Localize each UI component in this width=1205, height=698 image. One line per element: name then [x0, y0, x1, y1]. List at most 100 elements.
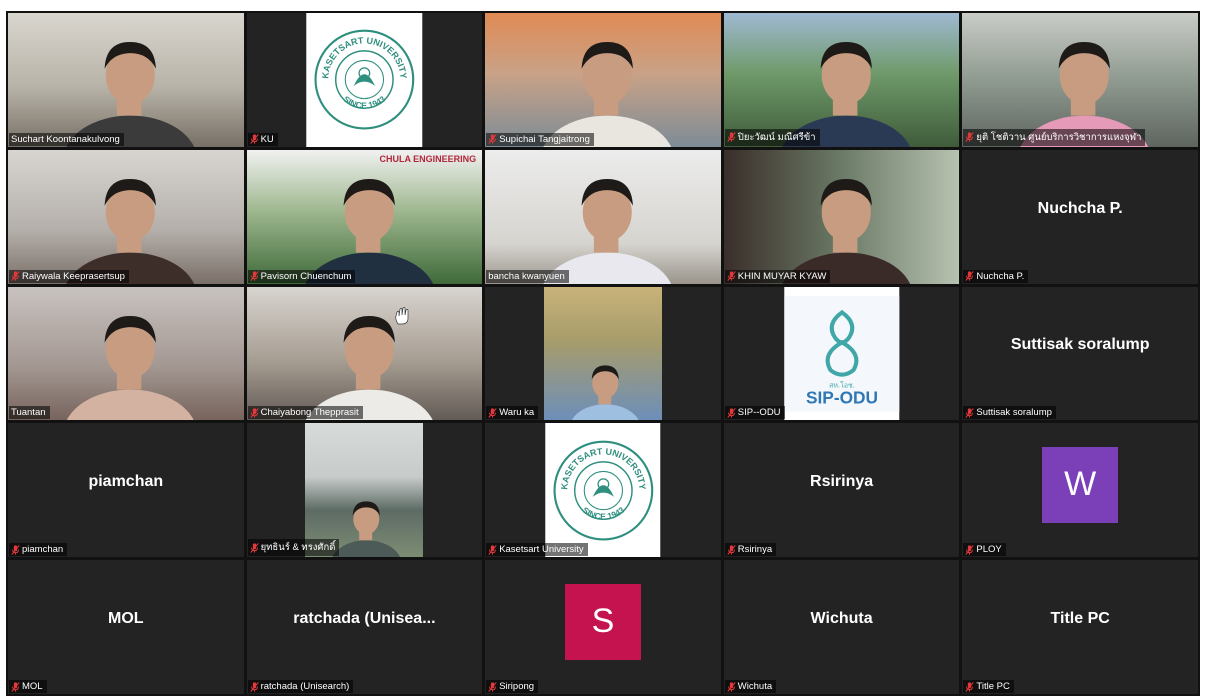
participant-name-label: Tuantan: [11, 407, 46, 419]
participant-name-tag: Waru ka: [486, 406, 539, 420]
participant-display-name: Suttisak soralump: [1010, 336, 1150, 354]
participant-name-label: SIP--ODU: [737, 407, 781, 419]
participant-video: [485, 13, 721, 147]
participant-name-label: ratchada (Unisearch): [260, 681, 350, 692]
participant-name-tag: Supichai Tangjaitrong: [486, 132, 594, 146]
participant-tile[interactable]: Waru ka: [485, 286, 721, 421]
participant-video: [485, 149, 721, 284]
participant-name-label: Nuchcha P.: [976, 270, 1025, 282]
participant-video: [246, 286, 483, 421]
participant-name-label: KHIN MUYAR KYAW: [737, 270, 827, 282]
participant-name-tag: ปิยะวัฒน์ มณีศรีข้า: [724, 128, 820, 146]
participant-tile[interactable]: Suchart Koontanakulvong: [8, 13, 244, 147]
participant-display-name: MOL: [108, 610, 144, 628]
muted-mic-icon: [727, 132, 736, 143]
participant-name-tag: ratchada (Unisearch): [247, 680, 354, 693]
participant-tile[interactable]: piamchan piamchan: [8, 423, 244, 558]
participant-name-tag: Suttisak soralump: [963, 406, 1056, 420]
participant-tile[interactable]: Supichai Tangjaitrong: [485, 13, 721, 147]
participant-display-name: Wichuta: [810, 610, 873, 628]
participant-tile[interactable]: Rsirinya Rsirinya: [723, 423, 960, 558]
participant-name-label: Kasetsart University: [499, 544, 584, 556]
participant-name-label: Pavisorn Chuenchum: [260, 270, 352, 282]
participant-logo-image: สห.โอช. SIP-ODU: [783, 286, 900, 421]
participant-name-tag: Tuantan: [9, 406, 50, 420]
muted-mic-icon: [965, 544, 975, 555]
participant-tile[interactable]: ยุติ โชติวาน ศูนย์บริการวิชาการแหงจุฬา: [962, 13, 1198, 147]
muted-mic-icon: [727, 544, 736, 555]
participant-tile[interactable]: สห.โอช. SIP-ODU SIP--ODU: [723, 286, 960, 421]
muted-mic-icon: [965, 407, 975, 418]
raised-hand-icon: [395, 306, 409, 324]
muted-mic-icon: [727, 271, 736, 282]
sip-odu-logo: สห.โอช.SIP-ODU: [783, 295, 900, 412]
muted-mic-icon: [488, 407, 497, 418]
participant-tile[interactable]: Chaiyabong Thepprasit: [246, 286, 483, 421]
participant-name-tag: Wichuta: [724, 680, 777, 693]
participant-silhouette: [543, 41, 672, 147]
participant-name-tag: KU: [247, 132, 278, 146]
participant-name-tag: Chaiyabong Thepprasit: [247, 406, 363, 420]
participant-silhouette: [66, 41, 195, 147]
participant-name-tag: Suchart Koontanakulvong: [9, 132, 124, 146]
participant-display-name: Rsirinya: [810, 473, 874, 491]
muted-mic-icon: [249, 681, 259, 692]
svg-text:SINCE 1943: SINCE 1943: [580, 504, 626, 521]
participant-tile[interactable]: KASETSART UNIVERSITY SINCE 1943 Kasetsart …: [485, 423, 721, 558]
participant-name-label: MOL: [22, 681, 43, 692]
muted-mic-icon: [965, 132, 975, 143]
participant-tile[interactable]: Wichuta Wichuta: [723, 560, 960, 694]
svg-text:SINCE 1943: SINCE 1943: [342, 94, 388, 111]
participant-name-label: KU: [260, 133, 274, 145]
svg-text:SIP-ODU: SIP-ODU: [806, 387, 878, 407]
participant-silhouette: [305, 315, 433, 421]
participant-tile[interactable]: ปิยะวัฒน์ มณีศรีข้า: [723, 13, 960, 147]
participant-tile[interactable]: MOL MOL: [8, 560, 244, 694]
participant-video: [8, 286, 244, 421]
participant-tile[interactable]: ratchada (Unisea... ratchada (Unisearch): [246, 560, 483, 694]
participant-name-label: Supichai Tangjaitrong: [499, 133, 590, 145]
participant-name-tag: Kasetsart University: [486, 543, 588, 557]
participant-avatar: W: [1042, 446, 1119, 523]
muted-mic-icon: [249, 134, 259, 145]
participant-tile[interactable]: bancha kwanyuen: [485, 149, 721, 284]
participant-name-tag: Pavisorn Chuenchum: [247, 269, 356, 283]
muted-mic-icon: [11, 271, 20, 282]
participant-silhouette: [305, 178, 433, 284]
participant-name-tag: KHIN MUYAR KYAW: [724, 269, 831, 283]
participant-name-tag: Nuchcha P.: [963, 269, 1029, 283]
participant-silhouette: [1020, 41, 1149, 147]
participant-tile[interactable]: Nuchcha P. Nuchcha P.: [962, 149, 1198, 284]
participant-video: [305, 423, 424, 558]
participant-video: [544, 286, 662, 421]
participant-tile[interactable]: Title PC Title PC: [962, 560, 1198, 694]
participant-name-label: ปิยะวัฒน์ มณีศรีข้า: [737, 131, 816, 143]
participant-tile[interactable]: Tuantan: [8, 286, 244, 421]
participant-name-tag: Raiywala Keeprasertsup: [9, 269, 129, 283]
participant-tile[interactable]: KASETSART UNIVERSITY SINCE 1943 KU: [246, 13, 483, 147]
participant-video: [723, 149, 960, 284]
participant-name-label: ยุทธินร์ & ทรงศักดิ์: [260, 542, 336, 554]
video-gallery-grid: Suchart Koontanakulvong KASETSART UNIVERS…: [6, 11, 1200, 696]
university-seal-logo: KASETSART UNIVERSITYSINCE 1943: [553, 440, 653, 541]
participant-tile[interactable]: CHULA ENGINEERING Pavisorn Chuenchum: [246, 149, 483, 284]
participant-name-label: PLOY: [976, 544, 1002, 556]
participant-name-tag: MOL: [9, 680, 47, 693]
participant-silhouette: [571, 365, 640, 421]
participant-name-tag: Rsirinya: [724, 543, 777, 557]
participant-tile[interactable]: W PLOY: [962, 423, 1198, 558]
participant-tile[interactable]: Raiywala Keeprasertsup: [8, 149, 244, 284]
participant-name-tag: Title PC: [963, 680, 1014, 693]
participant-logo-image: KASETSART UNIVERSITY SINCE 1943: [306, 13, 423, 147]
participant-avatar: S: [564, 583, 641, 660]
participant-name-label: bancha kwanyuen: [488, 270, 565, 282]
participant-tile[interactable]: KHIN MUYAR KYAW: [723, 149, 960, 284]
participant-tile[interactable]: Suttisak soralump Suttisak soralump: [962, 286, 1198, 421]
participant-name-label: Chaiyabong Thepprasit: [260, 407, 359, 419]
participant-silhouette: [66, 315, 195, 421]
muted-mic-icon: [488, 681, 497, 692]
participant-tile[interactable]: S Siripong: [485, 560, 721, 694]
participant-name-tag: ยุทธินร์ & ทรงศักดิ์: [247, 539, 340, 557]
muted-mic-icon: [249, 407, 259, 418]
participant-tile[interactable]: ยุทธินร์ & ทรงศักดิ์: [246, 423, 483, 558]
